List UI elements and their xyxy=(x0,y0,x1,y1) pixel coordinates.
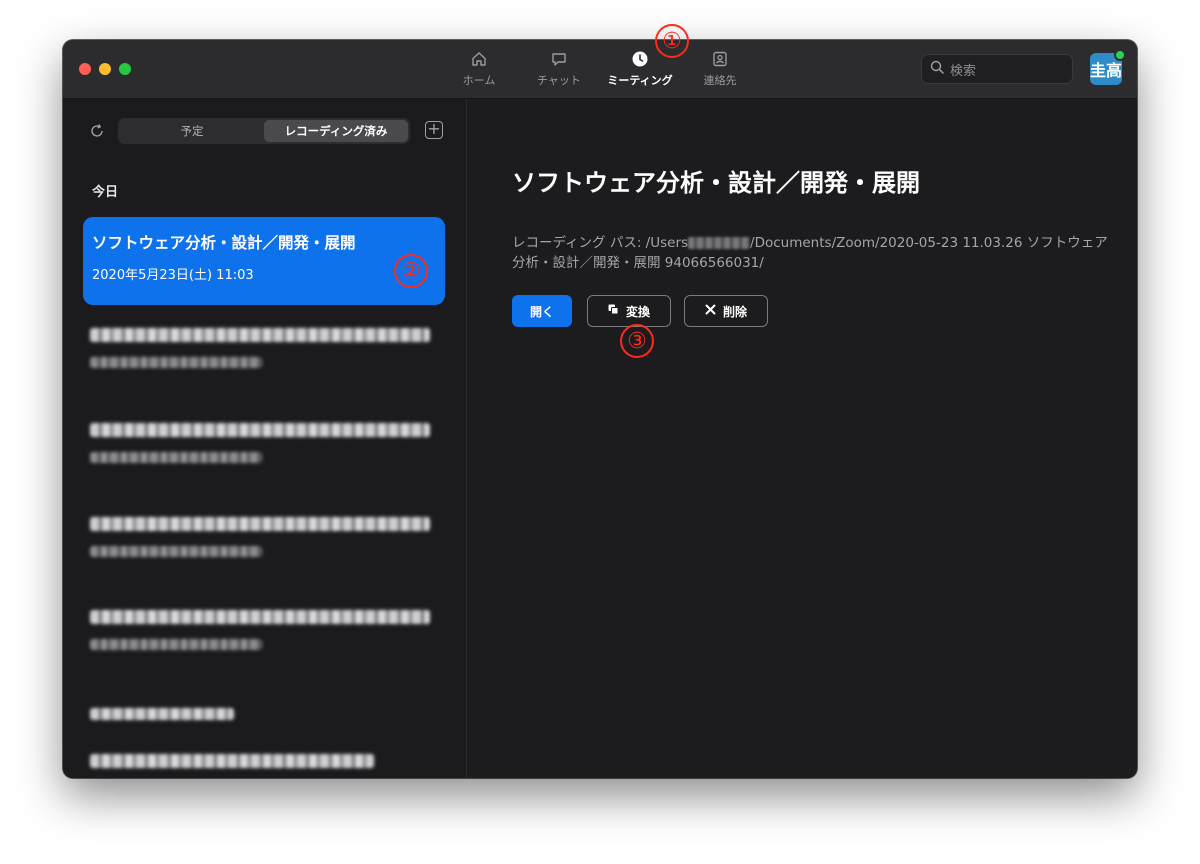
redacted-title xyxy=(90,517,430,531)
plus-icon: + xyxy=(427,119,441,138)
search-icon xyxy=(930,60,944,78)
tab-home-label: ホーム xyxy=(462,74,496,87)
recording-item-redacted[interactable] xyxy=(90,517,430,557)
tab-chat[interactable]: チャット xyxy=(514,50,604,94)
redacted-section-header xyxy=(90,708,234,720)
redacted-subtitle xyxy=(90,639,262,650)
refresh-icon[interactable] xyxy=(89,123,105,143)
recording-item-selected[interactable]: ソフトウェア分析・設計／開発・展開 2020年5月23日(土) 11:03 xyxy=(83,217,445,305)
close-window-button[interactable] xyxy=(79,63,91,75)
tab-chat-label: チャット xyxy=(537,74,581,87)
sidebar: 予定 レコーディング済み + 今日 ソフトウェア分析・設計／開発・展開 2020… xyxy=(63,99,467,778)
redacted-title xyxy=(90,610,430,624)
zoom-window-button[interactable] xyxy=(119,63,131,75)
recording-datetime: 2020年5月23日(土) 11:03 xyxy=(92,268,254,283)
contacts-icon xyxy=(675,50,765,68)
convert-button[interactable]: 変換 xyxy=(587,295,671,327)
segmented-control: 予定 レコーディング済み xyxy=(118,118,410,144)
recording-title: ソフトウェア分析・設計／開発・展開 xyxy=(92,234,356,252)
online-status-dot xyxy=(1114,49,1126,61)
redacted-subtitle xyxy=(90,357,262,368)
chat-icon xyxy=(514,50,604,68)
recording-item-redacted[interactable] xyxy=(90,423,430,463)
redacted-username xyxy=(688,237,751,249)
recording-item-redacted[interactable] xyxy=(90,610,430,650)
annotation-marker-1: ① xyxy=(655,24,689,58)
add-button[interactable]: + xyxy=(425,121,443,139)
recording-path-prefix: レコーディング パス: /Users xyxy=(512,235,689,251)
convert-button-label: 変換 xyxy=(625,304,650,319)
delete-button[interactable]: 削除 xyxy=(684,295,768,327)
redacted-subtitle xyxy=(90,452,262,463)
open-button[interactable]: 開く xyxy=(512,295,572,327)
tab-meetings-label: ミーティング xyxy=(607,74,673,87)
recording-path: レコーディング パス: /Users/Documents/Zoom/2020-0… xyxy=(512,233,1110,273)
redacted-title xyxy=(90,328,430,342)
recording-detail-title: ソフトウェア分析・設計／開発・展開 xyxy=(512,169,920,197)
segment-recorded[interactable]: レコーディング済み xyxy=(264,120,408,142)
annotation-marker-3: ③ xyxy=(620,324,654,358)
tab-contacts-label: 連絡先 xyxy=(703,74,737,87)
redacted-title xyxy=(90,754,374,768)
search-placeholder: 検索 xyxy=(950,63,977,79)
annotation-marker-2: ② xyxy=(394,254,428,288)
segment-upcoming[interactable]: 予定 xyxy=(120,120,264,142)
section-header-today: 今日 xyxy=(92,185,119,200)
redacted-title xyxy=(90,708,234,720)
home-icon xyxy=(434,50,524,68)
delete-button-label: 削除 xyxy=(722,304,747,319)
redacted-subtitle xyxy=(90,546,262,557)
redacted-title xyxy=(90,423,430,437)
tab-home[interactable]: ホーム xyxy=(434,50,524,94)
avatar[interactable]: 圭高 xyxy=(1090,49,1126,85)
recording-detail-panel: ソフトウェア分析・設計／開発・展開 レコーディング パス: /Users/Doc… xyxy=(467,99,1137,778)
open-button-label: 開く xyxy=(529,304,554,319)
tab-contacts[interactable]: 連絡先 xyxy=(675,50,765,94)
minimize-window-button[interactable] xyxy=(99,63,111,75)
close-icon xyxy=(705,304,716,318)
convert-icon xyxy=(608,304,619,318)
search-input[interactable]: 検索 xyxy=(921,54,1073,84)
zoom-window: ホーム チャット ミーティング 連絡先 検索 圭高 予定 レコーディング済み +… xyxy=(63,40,1137,778)
recording-item-redacted[interactable] xyxy=(90,754,374,768)
title-bar: ホーム チャット ミーティング 連絡先 検索 圭高 xyxy=(63,40,1137,99)
recording-item-redacted[interactable] xyxy=(90,328,430,368)
